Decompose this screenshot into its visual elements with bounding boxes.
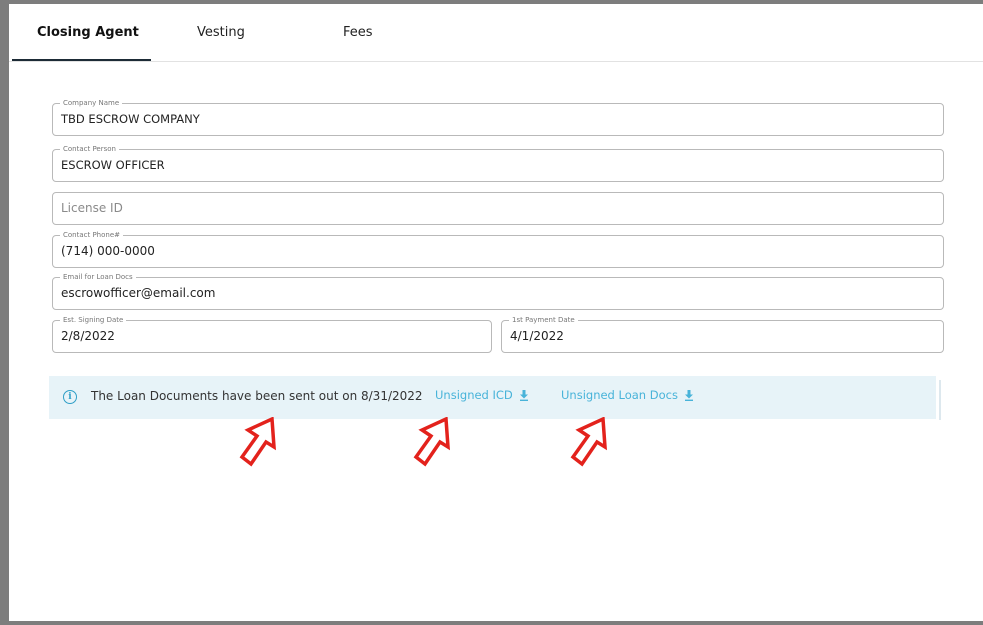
- alert-scroll-edge: [939, 380, 941, 420]
- email-loan-docs-value: escrowofficer@email.com: [61, 286, 216, 300]
- first-payment-date-value: 4/1/2022: [510, 329, 564, 343]
- first-payment-date-field[interactable]: 1st Payment Date 4/1/2022: [501, 314, 944, 353]
- info-icon: i: [63, 390, 77, 404]
- license-id-field[interactable]: License ID: [52, 192, 944, 225]
- tab-vesting[interactable]: Vesting: [197, 25, 245, 40]
- tab-fees[interactable]: Fees: [343, 25, 373, 40]
- contact-person-value: ESCROW OFFICER: [61, 158, 165, 172]
- est-signing-date-value: 2/8/2022: [61, 329, 115, 343]
- annotation-arrow-icon: [570, 417, 607, 467]
- annotation-arrow-icon: [413, 417, 450, 467]
- contact-person-field[interactable]: Contact Person ESCROW OFFICER: [52, 143, 944, 182]
- active-tab-indicator: [12, 59, 151, 61]
- loan-docs-alert: i The Loan Documents have been sent out …: [49, 376, 936, 419]
- unsigned-loan-docs-link[interactable]: Unsigned Loan Docs: [561, 388, 694, 402]
- company-name-value: TBD ESCROW COMPANY: [61, 112, 200, 126]
- unsigned-icd-label: Unsigned ICD: [435, 388, 513, 402]
- est-signing-date-label: Est. Signing Date: [60, 314, 127, 326]
- unsigned-icd-link[interactable]: Unsigned ICD: [435, 388, 529, 402]
- annotation-arrow-icon: [239, 417, 276, 467]
- contact-phone-field[interactable]: Contact Phone# (714) 000-0000: [52, 229, 944, 268]
- email-loan-docs-field[interactable]: Email for Loan Docs escrowofficer@email.…: [52, 271, 944, 310]
- first-payment-date-label: 1st Payment Date: [509, 314, 578, 326]
- download-icon: [684, 390, 693, 401]
- license-id-placeholder: License ID: [61, 201, 123, 215]
- contact-phone-label: Contact Phone#: [60, 229, 124, 241]
- tab-bar: Closing Agent Vesting Fees: [9, 4, 983, 62]
- company-name-field[interactable]: Company Name TBD ESCROW COMPANY: [52, 97, 944, 136]
- contact-person-label: Contact Person: [60, 143, 119, 155]
- alert-message: The Loan Documents have been sent out on…: [91, 389, 423, 403]
- closing-agent-panel: Closing Agent Vesting Fees Company Name …: [9, 4, 983, 621]
- unsigned-loan-docs-label: Unsigned Loan Docs: [561, 388, 678, 402]
- company-name-label: Company Name: [60, 97, 123, 109]
- download-icon: [519, 390, 528, 401]
- tab-closing-agent[interactable]: Closing Agent: [37, 25, 139, 40]
- email-loan-docs-label: Email for Loan Docs: [60, 271, 136, 283]
- est-signing-date-field[interactable]: Est. Signing Date 2/8/2022: [52, 314, 492, 353]
- contact-phone-value: (714) 000-0000: [61, 244, 155, 258]
